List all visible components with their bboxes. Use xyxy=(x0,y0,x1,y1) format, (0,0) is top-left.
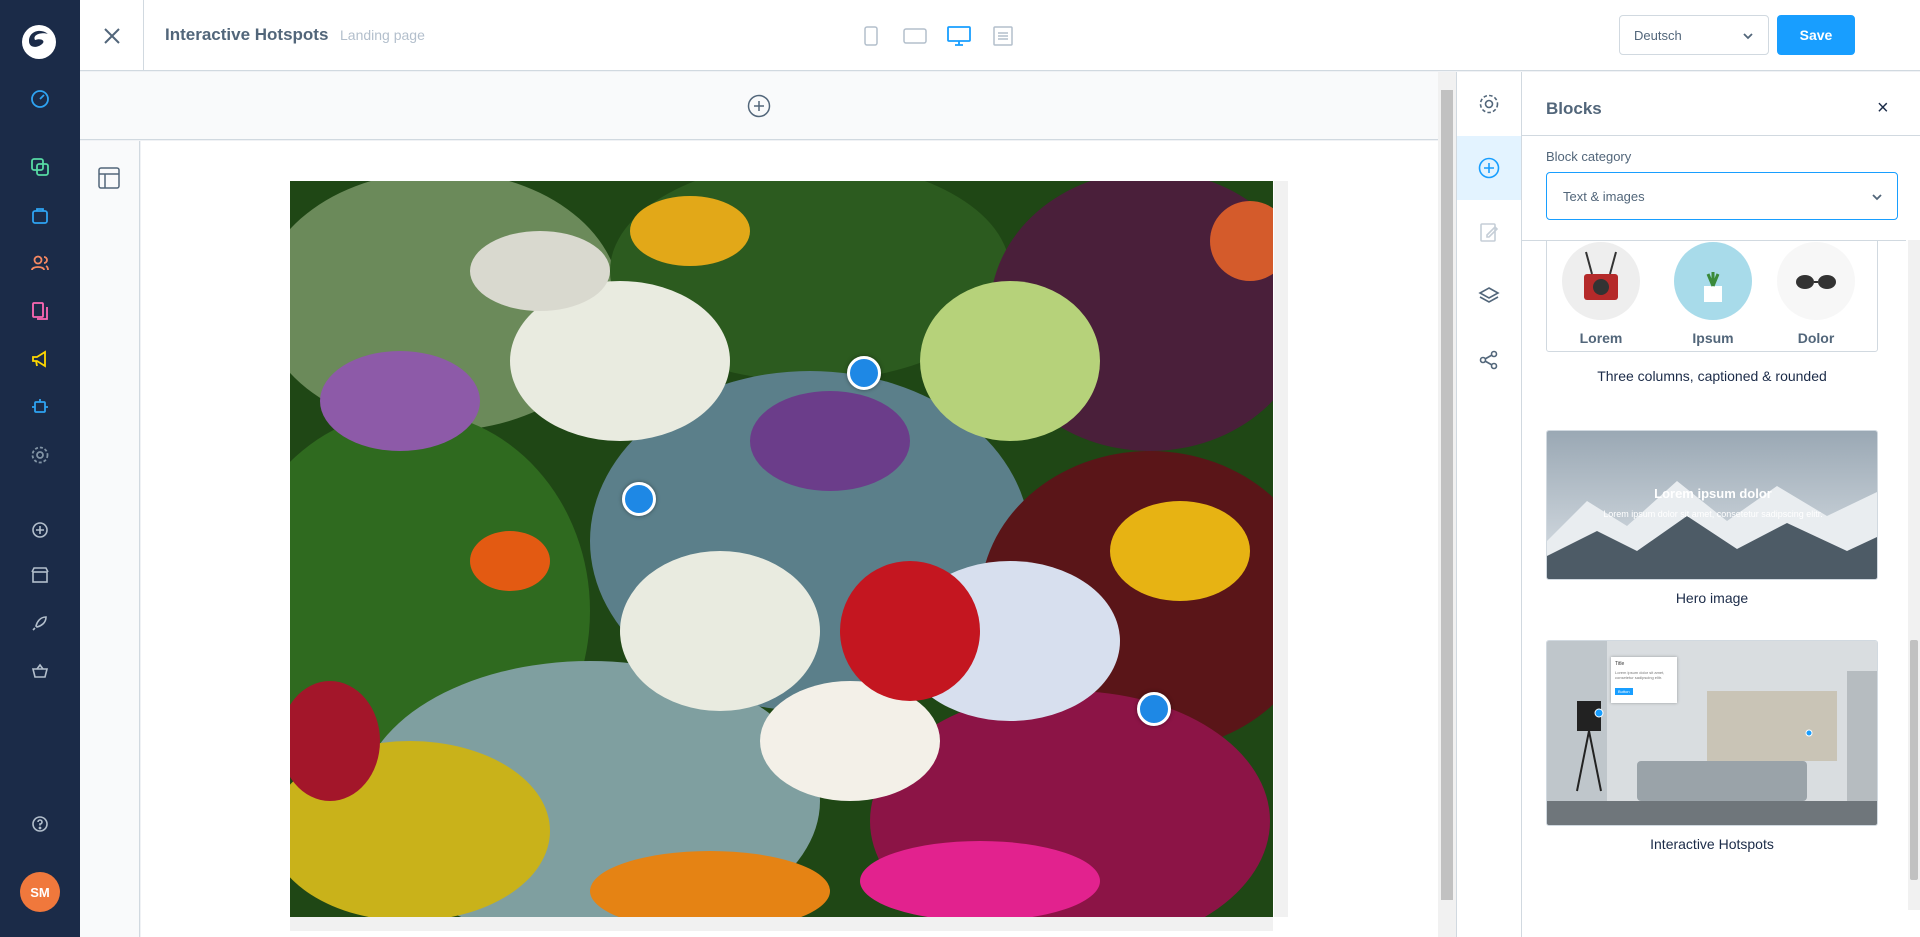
share-icon xyxy=(1479,350,1498,370)
column-caption: Ipsum xyxy=(1692,330,1734,346)
layout-icon[interactable] xyxy=(98,167,120,189)
popup-title: Title xyxy=(1615,661,1625,667)
block-category-select[interactable]: Text & images xyxy=(1546,172,1898,220)
shopware-logo[interactable] xyxy=(19,22,59,62)
tab-edit-block[interactable] xyxy=(1457,200,1521,264)
tablet-icon xyxy=(903,28,927,44)
tab-add-blocks[interactable] xyxy=(1457,136,1521,200)
close-panel-icon[interactable]: × xyxy=(1877,98,1889,118)
hotspot-image[interactable] xyxy=(290,181,1273,917)
add-section-icon[interactable] xyxy=(747,94,771,118)
viewport-mobile-button[interactable] xyxy=(856,21,886,51)
hotspot-marker[interactable] xyxy=(847,356,881,390)
popup-button: Button xyxy=(1615,688,1633,695)
popup-text: Lorem ipsum dolor sit amet, consetetur s… xyxy=(1615,670,1665,680)
viewport-tablet-button[interactable] xyxy=(900,21,930,51)
orders-icon[interactable] xyxy=(28,203,52,227)
panel-title: Blocks xyxy=(1546,99,1602,118)
column-caption: Dolor xyxy=(1797,330,1835,346)
hotspot-marker[interactable] xyxy=(1137,692,1171,726)
basket-icon[interactable] xyxy=(28,659,52,683)
close-icon xyxy=(103,27,120,44)
block-list: Lorem Ipsum Dolor Three columns, caption… xyxy=(1522,240,1906,910)
save-button[interactable]: Save xyxy=(1777,15,1855,55)
block-name: Interactive Hotspots xyxy=(1650,836,1774,852)
language-select[interactable]: Deutsch xyxy=(1619,15,1769,55)
canvas-scrollbar[interactable] xyxy=(1438,72,1456,937)
block-category-value: Text & images xyxy=(1563,189,1645,204)
viewport-desktop-button[interactable] xyxy=(944,21,974,51)
hero-overlay-text: Lorem ipsum dolor sit amet, consetetur s… xyxy=(1603,509,1823,519)
add-circle-icon xyxy=(1478,157,1500,179)
admin-sidebar: SM xyxy=(0,0,80,937)
block-name: Hero image xyxy=(1675,590,1749,606)
sidebar-tabs xyxy=(1456,72,1522,937)
user-avatar[interactable]: SM xyxy=(20,872,60,912)
tab-settings[interactable] xyxy=(1457,72,1521,136)
catalogues-icon[interactable] xyxy=(28,155,52,179)
block-three-columns[interactable]: Lorem Ipsum Dolor xyxy=(1546,241,1878,352)
mobile-icon xyxy=(864,26,878,46)
block-category-label: Block category xyxy=(1546,149,1632,164)
settings-icon[interactable] xyxy=(28,443,52,467)
chevron-down-icon xyxy=(1872,194,1882,201)
hotspot-marker[interactable] xyxy=(622,482,656,516)
section-settings-column xyxy=(80,141,140,937)
rocket-icon[interactable] xyxy=(28,611,52,635)
add-section-row xyxy=(80,72,1438,140)
block-name: Three columns, captioned & rounded xyxy=(1597,368,1827,384)
image-horizontal-scrollbar[interactable] xyxy=(290,917,1273,931)
page-title: Interactive Hotspots xyxy=(165,25,329,44)
form-icon xyxy=(993,26,1013,46)
store-icon[interactable] xyxy=(28,563,52,587)
panel-scrollbar[interactable] xyxy=(1908,240,1920,910)
gear-icon xyxy=(1479,94,1499,114)
column-caption: Lorem xyxy=(1579,330,1623,346)
tab-share[interactable] xyxy=(1457,328,1521,392)
viewport-form-button[interactable] xyxy=(988,21,1018,51)
edit-icon xyxy=(1480,223,1499,242)
tab-layers[interactable] xyxy=(1457,264,1521,328)
add-icon[interactable] xyxy=(28,518,52,542)
chevron-down-icon xyxy=(1743,33,1753,40)
extensions-icon[interactable] xyxy=(28,395,52,419)
content-icon[interactable] xyxy=(28,299,52,323)
blocks-panel: Blocks × Block category Text & images Lo… xyxy=(1522,72,1920,937)
language-value: Deutsch xyxy=(1634,28,1682,43)
hero-overlay-title: Lorem ipsum dolor xyxy=(1654,486,1772,501)
editor-topbar: Interactive Hotspots Landing page Deutsc… xyxy=(80,0,1920,71)
block-interactive-hotspots[interactable]: Title Lorem ipsum dolor sit amet, conset… xyxy=(1546,640,1878,826)
marketing-icon[interactable] xyxy=(28,347,52,371)
hotspot-popup-preview: Title Lorem ipsum dolor sit amet, conset… xyxy=(1611,657,1677,703)
page-type: Landing page xyxy=(340,27,425,43)
image-vertical-scrollbar[interactable] xyxy=(1274,181,1288,917)
block-hero-image[interactable]: Lorem ipsum dolor Lorem ipsum dolor sit … xyxy=(1546,430,1878,580)
customers-icon[interactable] xyxy=(28,251,52,275)
dashboard-icon[interactable] xyxy=(28,87,52,111)
close-editor-button[interactable] xyxy=(80,0,144,71)
desktop-icon xyxy=(947,26,971,46)
layers-icon xyxy=(1478,287,1500,303)
help-icon[interactable] xyxy=(28,812,52,836)
